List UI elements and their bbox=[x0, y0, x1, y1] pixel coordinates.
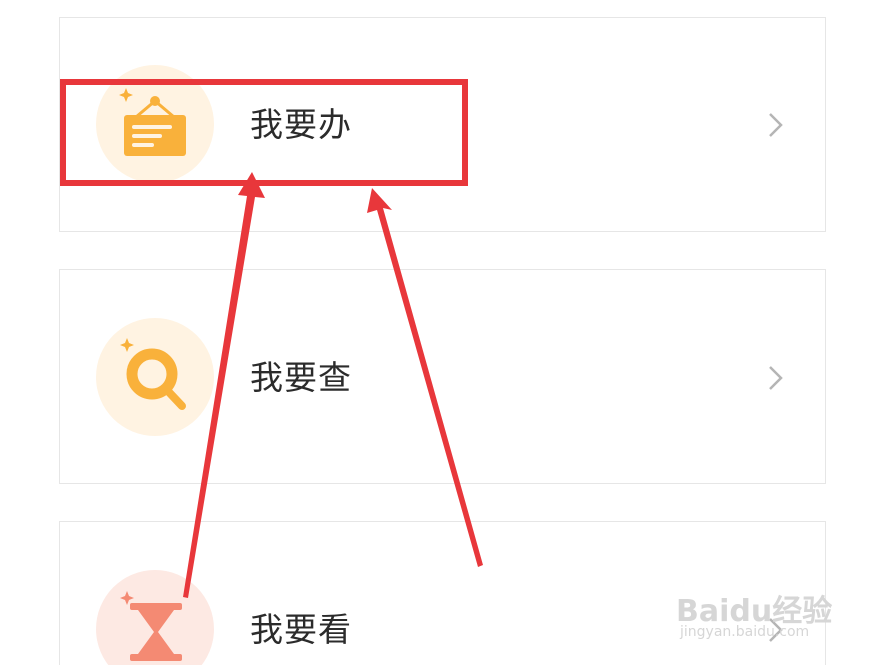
hourglass-icon bbox=[96, 570, 214, 665]
menu-card-label: 我要查 bbox=[250, 358, 352, 397]
magnifier-icon bbox=[96, 318, 214, 436]
menu-card-cha[interactable]: 我要查 bbox=[59, 269, 826, 484]
menu-card-label: 我要看 bbox=[250, 610, 352, 649]
chevron-right-icon bbox=[769, 366, 783, 390]
menu-card-banli[interactable]: 我要办 bbox=[59, 17, 826, 232]
menu-card-kan[interactable]: 我要看 bbox=[59, 521, 826, 665]
menu-card-label: 我要办 bbox=[250, 105, 352, 144]
chevron-right-icon bbox=[769, 618, 783, 642]
screen: 我要办 我要查 我要看 Baidu经验 jingyan.baidu.com bbox=[0, 0, 886, 665]
chevron-right-icon bbox=[769, 113, 783, 137]
notice-board-icon bbox=[96, 65, 214, 183]
